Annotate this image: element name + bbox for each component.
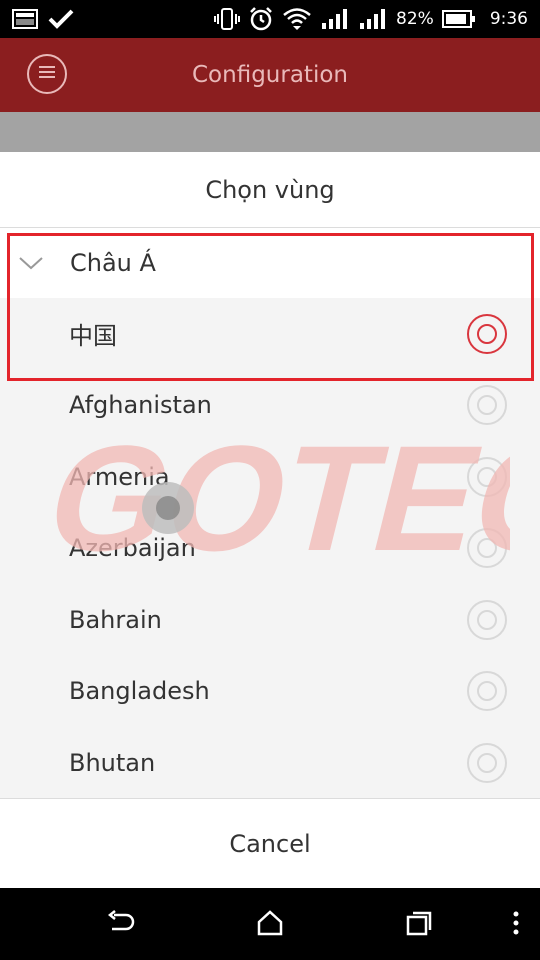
list-item[interactable]: Bhutan — [0, 727, 540, 799]
radio-button-selected[interactable] — [467, 313, 507, 354]
list-item[interactable]: Afghanistan — [0, 370, 540, 442]
vibrate-icon — [214, 7, 241, 31]
radio-button[interactable] — [467, 671, 507, 712]
list-item[interactable]: Armenia — [0, 441, 540, 513]
country-label: Bangladesh — [69, 677, 210, 706]
chevron-down-icon — [19, 257, 43, 270]
country-label: Azerbaijan — [69, 534, 196, 563]
alarm-icon — [248, 6, 274, 32]
app-bar: Configuration — [0, 38, 540, 112]
system-nav-bar — [0, 888, 540, 960]
cancel-button[interactable]: Cancel — [0, 798, 540, 888]
radio-button[interactable] — [467, 599, 507, 640]
menu-button[interactable] — [27, 54, 67, 94]
menu-icon — [37, 64, 57, 84]
list-item[interactable]: Bangladesh — [0, 656, 540, 728]
battery-icon — [441, 9, 476, 29]
back-icon[interactable] — [106, 910, 136, 940]
radio-button[interactable] — [467, 528, 507, 569]
status-bar: 82% 9:36 — [0, 0, 540, 38]
country-label: Bahrain — [69, 605, 162, 634]
home-icon[interactable] — [256, 910, 284, 940]
group-label: Châu Á — [70, 249, 156, 277]
group-header-asia[interactable]: Châu Á — [0, 228, 540, 298]
country-label: 中国 — [69, 322, 117, 351]
background-strip — [0, 112, 540, 152]
clock: 9:36 — [489, 9, 528, 29]
wifi-icon — [282, 6, 312, 32]
country-label: Afghanistan — [69, 391, 212, 420]
list-item[interactable]: 中国 — [0, 298, 540, 370]
dialog-title: Chọn vùng — [0, 152, 540, 228]
country-label: Armenia — [69, 462, 170, 491]
page-title: Configuration — [192, 62, 348, 88]
region-picker-dialog: Chọn vùng Châu Á 中国 Afghanistan Armenia … — [0, 152, 540, 888]
recents-icon[interactable] — [405, 910, 433, 940]
signal-icon — [320, 9, 350, 29]
screenshot-icon — [12, 9, 38, 29]
battery-percent: 82% — [396, 9, 434, 29]
country-label: Bhutan — [69, 748, 156, 777]
overflow-icon[interactable] — [512, 910, 520, 940]
radio-button[interactable] — [467, 385, 507, 426]
radio-button[interactable] — [467, 456, 507, 497]
signal-icon-2 — [358, 9, 388, 29]
list-item[interactable]: Bahrain — [0, 584, 540, 656]
radio-button[interactable] — [467, 742, 507, 783]
list-item[interactable]: Azerbaijan — [0, 513, 540, 585]
check-icon — [48, 9, 74, 29]
